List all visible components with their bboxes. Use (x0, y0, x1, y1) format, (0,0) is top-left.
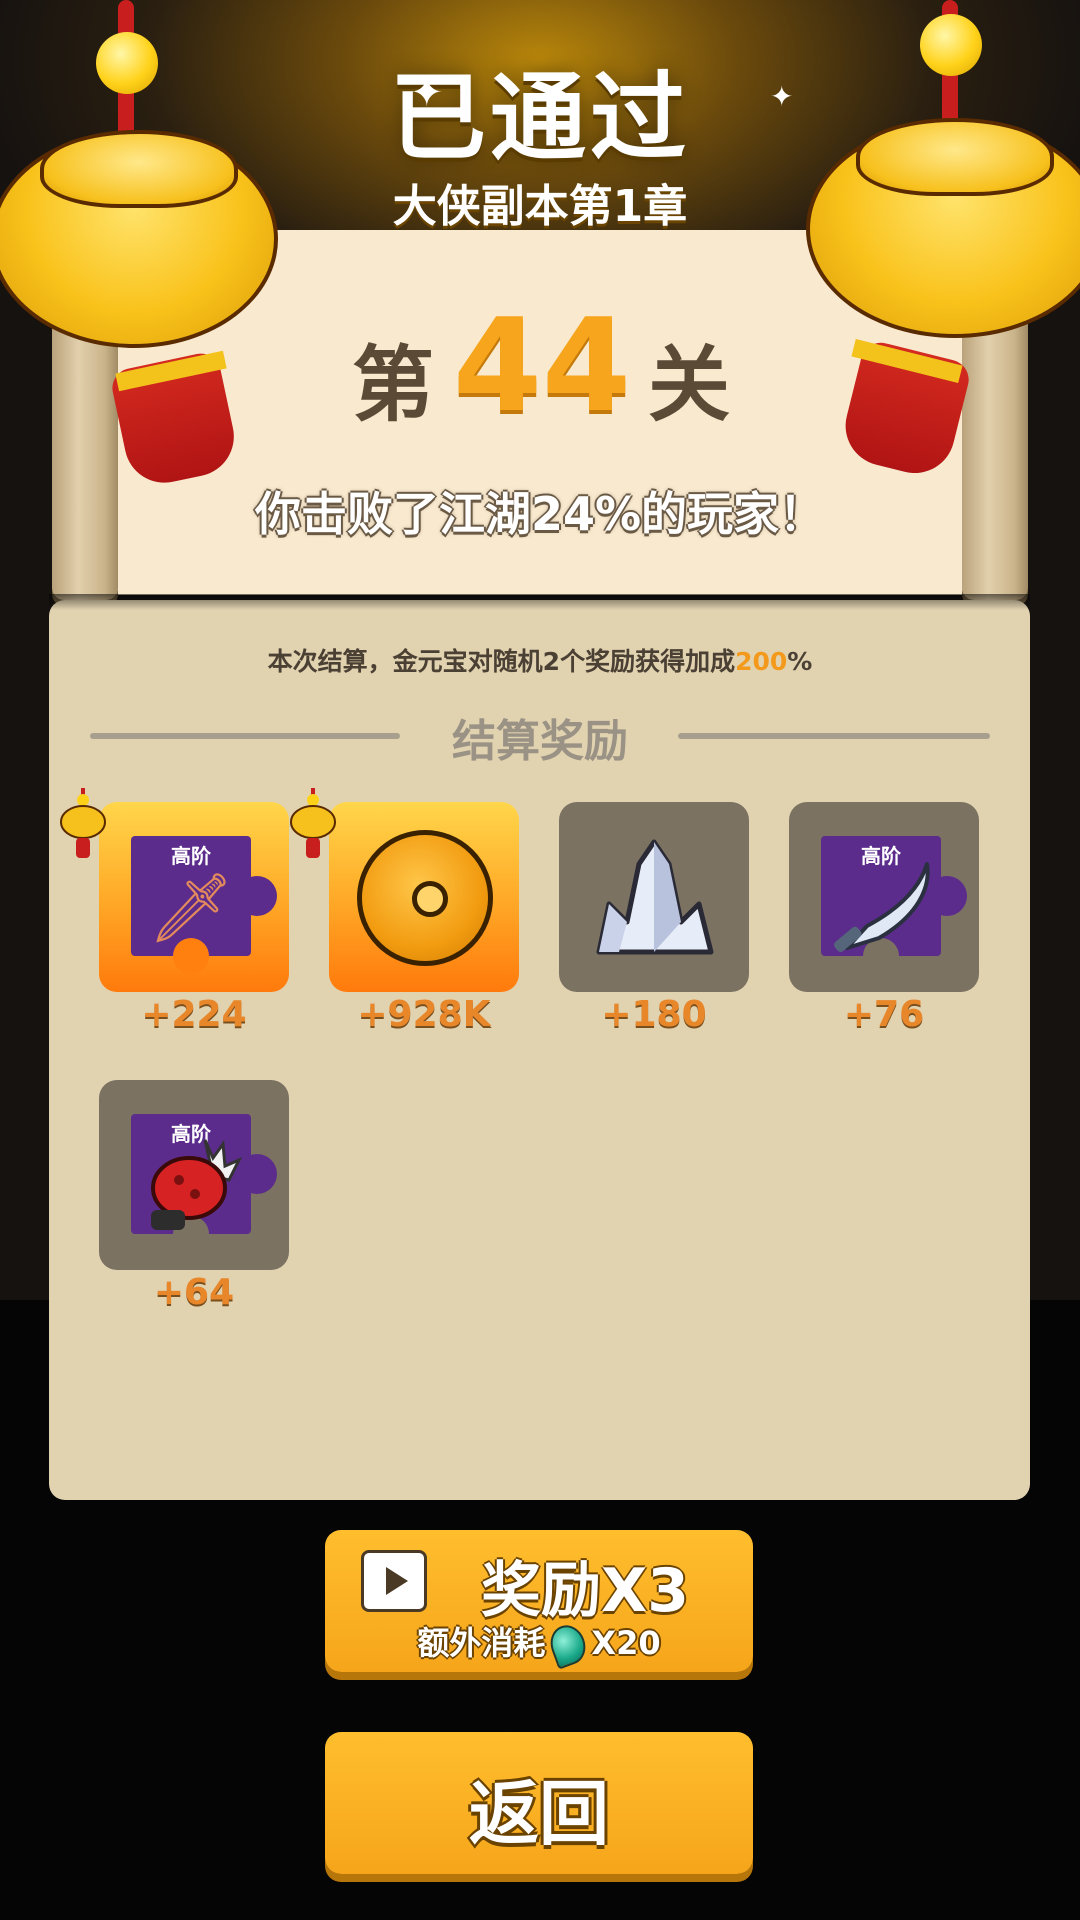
back-button-label: 返回 (469, 1773, 609, 1855)
panel-shadow (49, 594, 1030, 610)
back-button[interactable]: 返回 (325, 1732, 753, 1874)
jade-gem-icon (545, 1620, 592, 1670)
spiked-gauntlet-fragment-icon (151, 1139, 243, 1230)
bonus-percent-sign: % (787, 647, 813, 676)
bonus-note: 本次结算，金元宝对随机2个奖励获得加成200% (0, 642, 1080, 678)
reward-item-gauntlet[interactable]: 高阶 (99, 1080, 289, 1270)
bonus-percent: 200 (735, 647, 788, 676)
play-video-icon (361, 1550, 427, 1612)
level-prefix: 第 (352, 338, 435, 433)
sword-fragment-icon: 🗡 (147, 869, 235, 948)
divider-right (678, 733, 990, 739)
reward-amount: +224 (141, 994, 247, 1035)
reward-amount: +76 (843, 994, 925, 1035)
reward-item-saber[interactable]: 高阶 (789, 802, 979, 992)
crystal-icon (596, 839, 714, 955)
extra-cost-amount: X20 (591, 1624, 661, 1662)
gold-ingot-left-icon (0, 0, 290, 520)
gold-coin-icon (357, 830, 493, 966)
reward-amount: +180 (601, 994, 707, 1035)
level-suffix: 关 (648, 338, 731, 433)
reward-item-crystal[interactable] (559, 802, 749, 992)
ingot-lamp-icon (290, 788, 336, 858)
reward-item-gold-coin[interactable] (329, 802, 519, 992)
reward-amount: +64 (153, 1272, 235, 1313)
reward-item-sword[interactable]: 高阶 🗡 (99, 802, 289, 992)
level-number: 44 (452, 292, 632, 441)
extra-cost-row: 额外消耗 X20 (325, 1618, 753, 1670)
coin-hole (412, 881, 448, 917)
reward-x3-button[interactable]: 奖励X3 额外消耗 X20 (325, 1530, 753, 1672)
gold-ingot-right-icon (790, 0, 1080, 520)
bonus-note-text: 本次结算，金元宝对随机2个奖励获得加成 (267, 647, 736, 676)
saber-fragment-icon (834, 862, 930, 952)
extra-cost-label: 额外消耗 (417, 1624, 546, 1662)
sparkle-icon: ✦ (410, 70, 444, 116)
reward-x3-label: 奖励X3 (480, 1556, 689, 1626)
ingot-lamp-icon (60, 788, 106, 858)
reward-amount: +928K (357, 994, 491, 1035)
puzzle-knob (237, 1154, 277, 1194)
